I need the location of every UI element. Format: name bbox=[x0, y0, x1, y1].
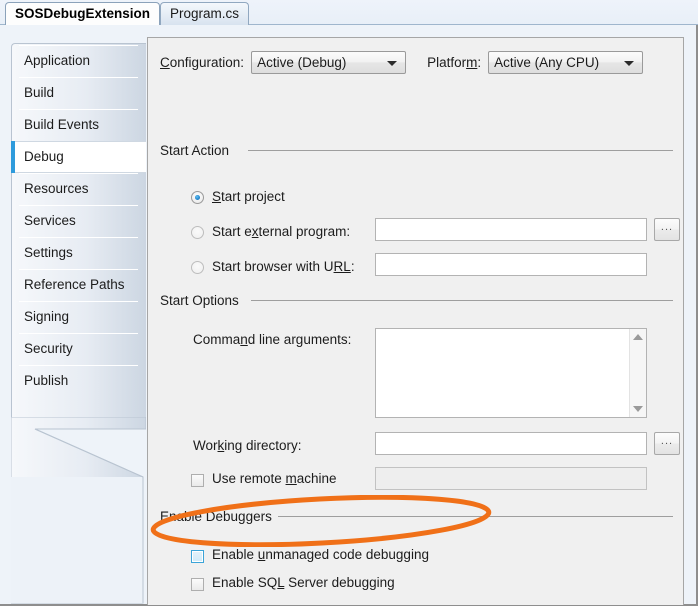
sidebar-item-label: Build bbox=[24, 85, 55, 100]
start-action-group-line bbox=[248, 150, 673, 151]
checkbox-use-remote-machine[interactable] bbox=[191, 474, 204, 487]
chevron-down-icon bbox=[624, 61, 635, 66]
sidebar-item-label: Security bbox=[24, 341, 73, 356]
chevron-down-icon bbox=[387, 61, 398, 66]
start-browser-url-input[interactable] bbox=[375, 253, 647, 276]
separator bbox=[19, 301, 138, 302]
platform-value: Active (Any CPU) bbox=[494, 55, 600, 70]
sidebar-item-label: Signing bbox=[24, 309, 70, 324]
tab-label: SOSDebugExtension bbox=[15, 6, 151, 21]
separator bbox=[19, 45, 138, 46]
label-enable-hosting-process[interactable]: Enable the Visual Studio hosting process bbox=[212, 603, 457, 605]
start-external-program-input[interactable] bbox=[375, 218, 647, 241]
sidebar-item-label: Settings bbox=[24, 245, 73, 260]
sidebar-item-label: Reference Paths bbox=[24, 277, 125, 292]
label-command-line-arguments: Command line arguments: bbox=[193, 332, 352, 347]
sidebar-item-debug[interactable]: Debug bbox=[11, 141, 146, 173]
category-sidebar: Application Build Build Events Debug Res… bbox=[11, 43, 146, 418]
selection-accent-bar bbox=[11, 141, 15, 173]
command-line-scrollbar[interactable] bbox=[629, 329, 646, 417]
sidebar-item-security[interactable]: Security bbox=[11, 333, 146, 365]
sidebar-item-resources[interactable]: Resources bbox=[11, 173, 146, 205]
separator bbox=[19, 109, 138, 110]
platform-dropdown[interactable]: Active (Any CPU) bbox=[488, 51, 644, 74]
sidebar-item-label: Debug bbox=[24, 149, 64, 164]
remote-machine-input[interactable] bbox=[375, 467, 647, 490]
sidebar-item-signing[interactable]: Signing bbox=[11, 301, 146, 333]
label-enable-sql-server-debugging[interactable]: Enable SQL Server debugging bbox=[212, 575, 395, 590]
sidebar-item-label: Application bbox=[24, 53, 91, 68]
configuration-label: Configuration: bbox=[160, 55, 245, 70]
label-start-external-program[interactable]: Start external program: bbox=[212, 224, 350, 239]
enable-debuggers-group-title: Enable Debuggers bbox=[160, 509, 278, 524]
radio-start-external-program[interactable] bbox=[191, 226, 204, 239]
separator bbox=[19, 365, 138, 366]
scroll-down-icon[interactable] bbox=[633, 406, 643, 412]
separator bbox=[19, 205, 138, 206]
browse-external-program-button[interactable]: ... bbox=[654, 218, 680, 241]
category-list: Application Build Build Events Debug Res… bbox=[11, 45, 146, 401]
command-line-arguments-input[interactable] bbox=[375, 328, 647, 418]
start-action-group-title: Start Action bbox=[160, 143, 236, 158]
sidebar-item-build-events[interactable]: Build Events bbox=[11, 109, 146, 141]
sidebar-item-label: Resources bbox=[24, 181, 89, 196]
browse-working-directory-button[interactable]: ... bbox=[654, 432, 680, 455]
sidebar-item-settings[interactable]: Settings bbox=[11, 237, 146, 269]
configuration-dropdown[interactable]: Active (Debug) bbox=[251, 51, 407, 74]
label-use-remote-machine[interactable]: Use remote machine bbox=[212, 471, 337, 486]
sidebar-item-build[interactable]: Build bbox=[11, 77, 146, 109]
document-tab-strip: SOSDebugExtension Program.cs bbox=[0, 0, 698, 25]
start-options-group-title: Start Options bbox=[160, 293, 245, 308]
working-directory-input[interactable] bbox=[375, 432, 647, 455]
radio-start-project[interactable] bbox=[191, 191, 204, 204]
sidebar-item-label: Publish bbox=[24, 373, 69, 388]
separator bbox=[19, 269, 138, 270]
separator bbox=[19, 333, 138, 334]
checkbox-enable-unmanaged-code-debugging[interactable] bbox=[191, 550, 204, 563]
sidebar-tail-shape bbox=[11, 417, 146, 606]
sidebar-item-label: Build Events bbox=[24, 117, 100, 132]
label-start-browser-with-url[interactable]: Start browser with URL: bbox=[212, 259, 355, 274]
sidebar-item-label: Services bbox=[24, 213, 76, 228]
label-start-project[interactable]: Start project bbox=[212, 189, 285, 204]
start-options-group-line bbox=[251, 300, 673, 301]
project-properties-window: SOSDebugExtension Program.cs Application… bbox=[0, 0, 698, 606]
properties-frame: Application Build Build Events Debug Res… bbox=[0, 25, 698, 606]
debug-settings-panel: Configuration: Active (Debug) Platform: … bbox=[147, 37, 684, 605]
checkbox-enable-sql-server-debugging[interactable] bbox=[191, 578, 204, 591]
radio-start-browser-with-url[interactable] bbox=[191, 261, 204, 274]
configuration-value: Active (Debug) bbox=[257, 55, 347, 70]
label-enable-unmanaged-code-debugging[interactable]: Enable unmanaged code debugging bbox=[212, 547, 429, 562]
sidebar-item-application[interactable]: Application bbox=[11, 45, 146, 77]
separator bbox=[19, 173, 138, 174]
separator bbox=[19, 77, 138, 78]
sidebar-item-reference-paths[interactable]: Reference Paths bbox=[11, 269, 146, 301]
platform-label: Platform: bbox=[427, 55, 482, 70]
enable-debuggers-group-line bbox=[273, 516, 673, 517]
tab-program-cs[interactable]: Program.cs bbox=[160, 2, 250, 25]
tab-label: Program.cs bbox=[170, 6, 240, 21]
label-working-directory: Working directory: bbox=[193, 438, 302, 453]
sidebar-item-services[interactable]: Services bbox=[11, 205, 146, 237]
separator bbox=[19, 237, 138, 238]
configuration-row: Configuration: Active (Debug) Platform: … bbox=[160, 51, 644, 74]
scroll-up-icon[interactable] bbox=[633, 334, 643, 340]
sidebar-item-publish[interactable]: Publish bbox=[11, 365, 146, 397]
tab-sosdebugextension[interactable]: SOSDebugExtension bbox=[5, 2, 161, 25]
